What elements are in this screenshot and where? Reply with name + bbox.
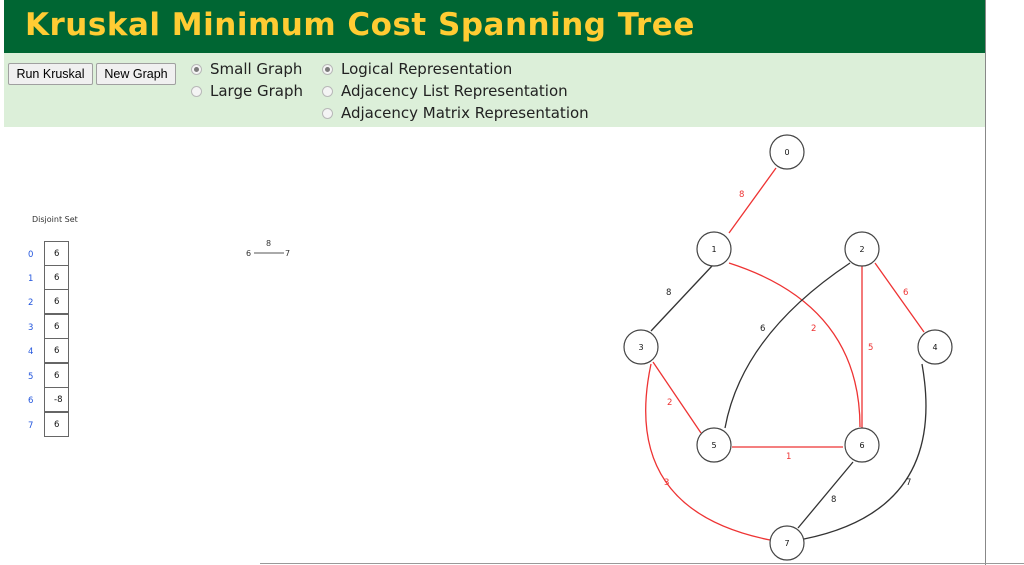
edge-weight-label: 2 (667, 398, 672, 408)
current-edge-to: 7 (285, 249, 290, 258)
graph-node-5: 5 (696, 427, 732, 463)
edge-weight-label: 6 (903, 288, 908, 298)
current-edge: 6 8 7 (246, 239, 290, 258)
node-label: 0 (784, 148, 789, 157)
edge-weight-label: 2 (811, 324, 816, 334)
edge-0-1 (728, 167, 777, 234)
graph-node-3: 3 (623, 329, 659, 365)
edge-weight-label: 5 (868, 343, 873, 353)
bottom-divider (260, 563, 1024, 564)
edge-2-5 (724, 262, 851, 429)
graph-node-2: 2 (844, 231, 880, 267)
current-edge-from: 6 (246, 249, 251, 258)
edge-weight-label: 7 (906, 478, 911, 488)
node-label: 5 (711, 441, 716, 450)
edge-weight-label: 6 (760, 324, 765, 334)
graph-node-0: 0 (769, 134, 805, 170)
node-label: 3 (638, 343, 643, 352)
edge-6-7 (797, 461, 854, 529)
graph-node-7: 7 (769, 525, 805, 561)
node-label: 4 (932, 343, 937, 352)
edge-weight-label: 3 (664, 478, 669, 488)
node-label: 6 (859, 441, 864, 450)
edge-3-5 (652, 361, 702, 434)
edge-weight-label: 1 (786, 452, 791, 462)
edge-1-6 (728, 262, 861, 428)
graph-canvas: 6 8 7 8 8 2 6 5 6 2 3 1 8 7 0 1 2 3 4 5 … (246, 134, 953, 561)
graph-node-1: 1 (696, 231, 732, 267)
node-label: 2 (859, 245, 864, 254)
current-edge-weight: 8 (266, 239, 271, 248)
edge-weight-label: 8 (666, 288, 671, 298)
edge-weight-label: 8 (739, 190, 744, 200)
edge-weight-label: 8 (831, 495, 836, 505)
edge-1-3 (650, 265, 713, 332)
graph-node-6: 6 (844, 427, 880, 463)
node-label: 7 (784, 539, 789, 548)
graph-node-4: 4 (917, 329, 953, 365)
node-label: 1 (711, 245, 716, 254)
edge-2-4 (874, 262, 925, 333)
